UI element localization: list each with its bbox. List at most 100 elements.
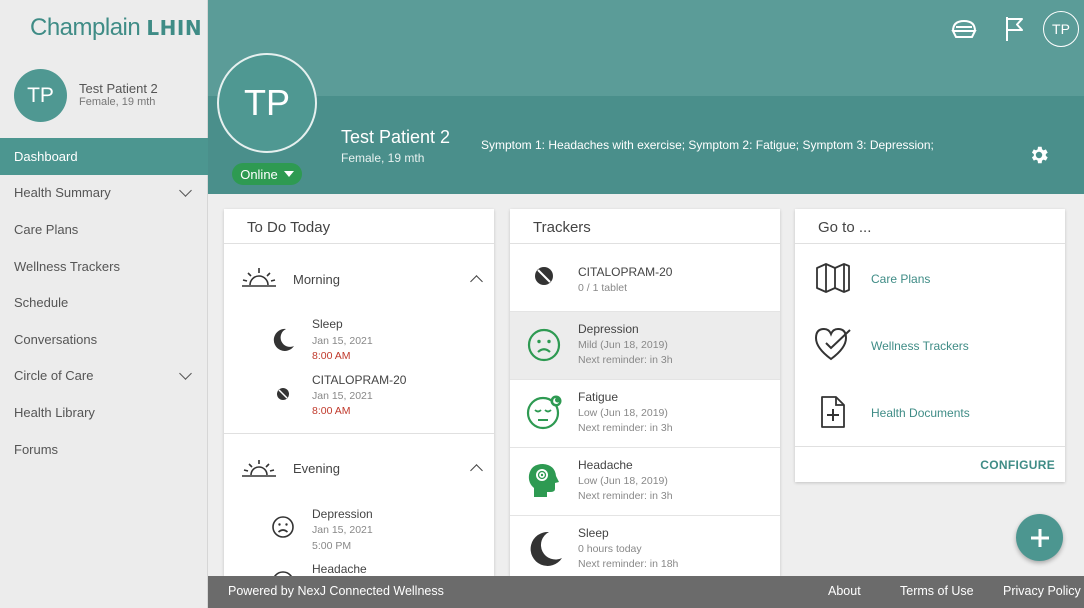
caret-down-icon bbox=[283, 171, 294, 177]
sidebar-item-label: Health Summary bbox=[14, 185, 111, 201]
symptoms-text: Symptom 1: Headaches with exercise; Symp… bbox=[481, 138, 934, 152]
life-buoy-icon[interactable] bbox=[948, 14, 980, 44]
configure-button[interactable]: CONFIGURE bbox=[980, 458, 1055, 472]
tracker-detail: 0 / 1 tablet bbox=[578, 282, 628, 294]
avatar[interactable]: TP bbox=[14, 69, 67, 122]
sidebar-item-wellness-trackers[interactable]: Wellness Trackers bbox=[0, 248, 208, 285]
brand-suffix: LHIN bbox=[146, 16, 203, 40]
tracker-detail: Mild (Jun 18, 2019) bbox=[578, 339, 668, 351]
sidebar-item-health-library[interactable]: Health Library bbox=[0, 394, 208, 431]
map-icon bbox=[815, 262, 851, 299]
status-dropdown[interactable]: Online bbox=[232, 163, 302, 185]
goto-card: Go to ... Care Plans Wellness Trackers H… bbox=[795, 209, 1065, 482]
pill-icon bbox=[534, 266, 554, 291]
sidebar-item-label: Conversations bbox=[14, 331, 98, 347]
patient-info: Female, 19 mth bbox=[79, 96, 156, 108]
goto-title: Go to ... bbox=[818, 219, 872, 236]
brand-logo[interactable]: Champlain LHIN bbox=[30, 14, 202, 42]
goto-health-documents-link[interactable]: Health Documents bbox=[871, 406, 970, 420]
divider bbox=[224, 243, 494, 244]
sidebar-item-label: Care Plans bbox=[14, 221, 79, 237]
chevron-down-icon bbox=[179, 366, 192, 380]
todo-item-time: 8:00 AM bbox=[312, 405, 351, 417]
document-plus-icon bbox=[819, 395, 847, 434]
patient-name-header: Test Patient 2 bbox=[341, 127, 451, 147]
todo-title: To Do Today bbox=[247, 219, 331, 236]
sidebar-item-label: Dashboard bbox=[14, 148, 78, 164]
sidebar: Champlain LHIN TP Test Patient 2 Female,… bbox=[0, 0, 208, 608]
evening-label: Evening bbox=[293, 461, 340, 476]
chevron-down-icon bbox=[179, 184, 192, 197]
sidebar-item-label: Schedule bbox=[14, 295, 69, 311]
todo-item-time: 5:00 PM bbox=[312, 540, 352, 552]
divider bbox=[795, 243, 1065, 244]
footer: Powered by NexJ Connected Wellness About… bbox=[208, 576, 1084, 608]
todo-card: To Do Today Morning Sleep Jan 15, 2021 8… bbox=[224, 209, 494, 576]
patient-avatar[interactable]: TP bbox=[217, 53, 317, 153]
powered-by-text: Powered by NexJ Connected Wellness bbox=[228, 584, 444, 598]
tracker-row-sleep[interactable]: Sleep 0 hours today Next reminder: in 18… bbox=[510, 516, 780, 576]
trackers-card: Trackers CITALOPRAM-20 0 / 1 tablet Depr… bbox=[510, 209, 780, 576]
todo-item-title[interactable]: Headache bbox=[312, 562, 367, 576]
sidebar-item-label: Wellness Trackers bbox=[14, 258, 120, 274]
sidebar-item-label: Forums bbox=[14, 441, 59, 457]
tracker-title: Headache bbox=[578, 458, 633, 472]
brand-name: Champlain bbox=[30, 14, 141, 41]
sidebar-item-label: Circle of Care bbox=[14, 368, 94, 384]
todo-item-time: 8:00 AM bbox=[312, 350, 351, 362]
sidebar-item-circle-of-care[interactable]: Circle of Care bbox=[0, 358, 208, 395]
tracker-title: Fatigue bbox=[578, 390, 619, 404]
sidebar-item-conversations[interactable]: Conversations bbox=[0, 321, 208, 358]
todo-item-date: Jan 15, 2021 bbox=[312, 524, 373, 536]
add-button[interactable] bbox=[1016, 514, 1063, 561]
tracker-row-fatigue[interactable]: Fatigue Low (Jun 18, 2019) Next reminder… bbox=[510, 380, 780, 448]
tracker-reminder: Next reminder: in 3h bbox=[578, 490, 673, 502]
chevron-up-icon[interactable] bbox=[470, 464, 483, 477]
tracker-detail: Low (Jun 18, 2019) bbox=[578, 475, 668, 487]
sidebar-nav: Dashboard Health Summary Care Plans Well… bbox=[0, 138, 208, 467]
chevron-up-icon[interactable] bbox=[470, 275, 483, 288]
tracker-detail: 0 hours today bbox=[578, 543, 642, 555]
terms-link[interactable]: Terms of Use bbox=[900, 584, 974, 598]
tracker-reminder: Next reminder: in 18h bbox=[578, 558, 679, 570]
sunset-icon bbox=[240, 455, 278, 484]
sidebar-item-care-plans[interactable]: Care Plans bbox=[0, 211, 208, 248]
todo-item-date: Jan 15, 2021 bbox=[312, 335, 373, 347]
sidebar-item-forums[interactable]: Forums bbox=[0, 431, 208, 468]
tracker-row-headache[interactable]: Headache Low (Jun 18, 2019) Next reminde… bbox=[510, 448, 780, 516]
sidebar-item-schedule[interactable]: Schedule bbox=[0, 284, 208, 321]
tracker-title: Sleep bbox=[578, 526, 609, 540]
moon-icon bbox=[270, 327, 296, 358]
sunrise-icon bbox=[240, 265, 278, 294]
divider bbox=[224, 433, 494, 434]
goto-wellness-trackers-link[interactable]: Wellness Trackers bbox=[871, 339, 969, 353]
headache-icon bbox=[526, 461, 560, 504]
tracker-reminder: Next reminder: in 3h bbox=[578, 354, 673, 366]
tracker-row-citalopram[interactable]: CITALOPRAM-20 0 / 1 tablet bbox=[510, 244, 780, 312]
pill-icon bbox=[276, 387, 290, 406]
plus-icon bbox=[1030, 528, 1049, 547]
sad-face-icon bbox=[272, 516, 294, 543]
tracker-reminder: Next reminder: in 3h bbox=[578, 422, 673, 434]
divider bbox=[795, 446, 1065, 447]
flag-icon[interactable] bbox=[999, 13, 1029, 45]
tired-face-icon bbox=[526, 394, 564, 435]
todo-item-title[interactable]: CITALOPRAM-20 bbox=[312, 373, 406, 387]
sidebar-item-health-summary[interactable]: Health Summary bbox=[0, 175, 208, 212]
user-avatar[interactable]: TP bbox=[1043, 11, 1079, 47]
tracker-title: Depression bbox=[578, 322, 639, 336]
gear-icon[interactable] bbox=[1027, 143, 1051, 167]
tracker-title: CITALOPRAM-20 bbox=[578, 265, 673, 279]
goto-care-plans-link[interactable]: Care Plans bbox=[871, 272, 930, 286]
todo-item-date: Jan 15, 2021 bbox=[312, 390, 373, 402]
sidebar-item-dashboard[interactable]: Dashboard bbox=[0, 138, 208, 175]
trackers-title: Trackers bbox=[533, 219, 591, 236]
morning-label: Morning bbox=[293, 272, 340, 287]
sad-face-icon bbox=[527, 328, 561, 367]
todo-item-title[interactable]: Sleep bbox=[312, 317, 343, 331]
tracker-row-depression[interactable]: Depression Mild (Jun 18, 2019) Next remi… bbox=[510, 312, 780, 380]
privacy-link[interactable]: Privacy Policy bbox=[1003, 584, 1081, 598]
todo-item-title[interactable]: Depression bbox=[312, 507, 373, 521]
status-label: Online bbox=[240, 166, 278, 182]
about-link[interactable]: About bbox=[828, 584, 861, 598]
